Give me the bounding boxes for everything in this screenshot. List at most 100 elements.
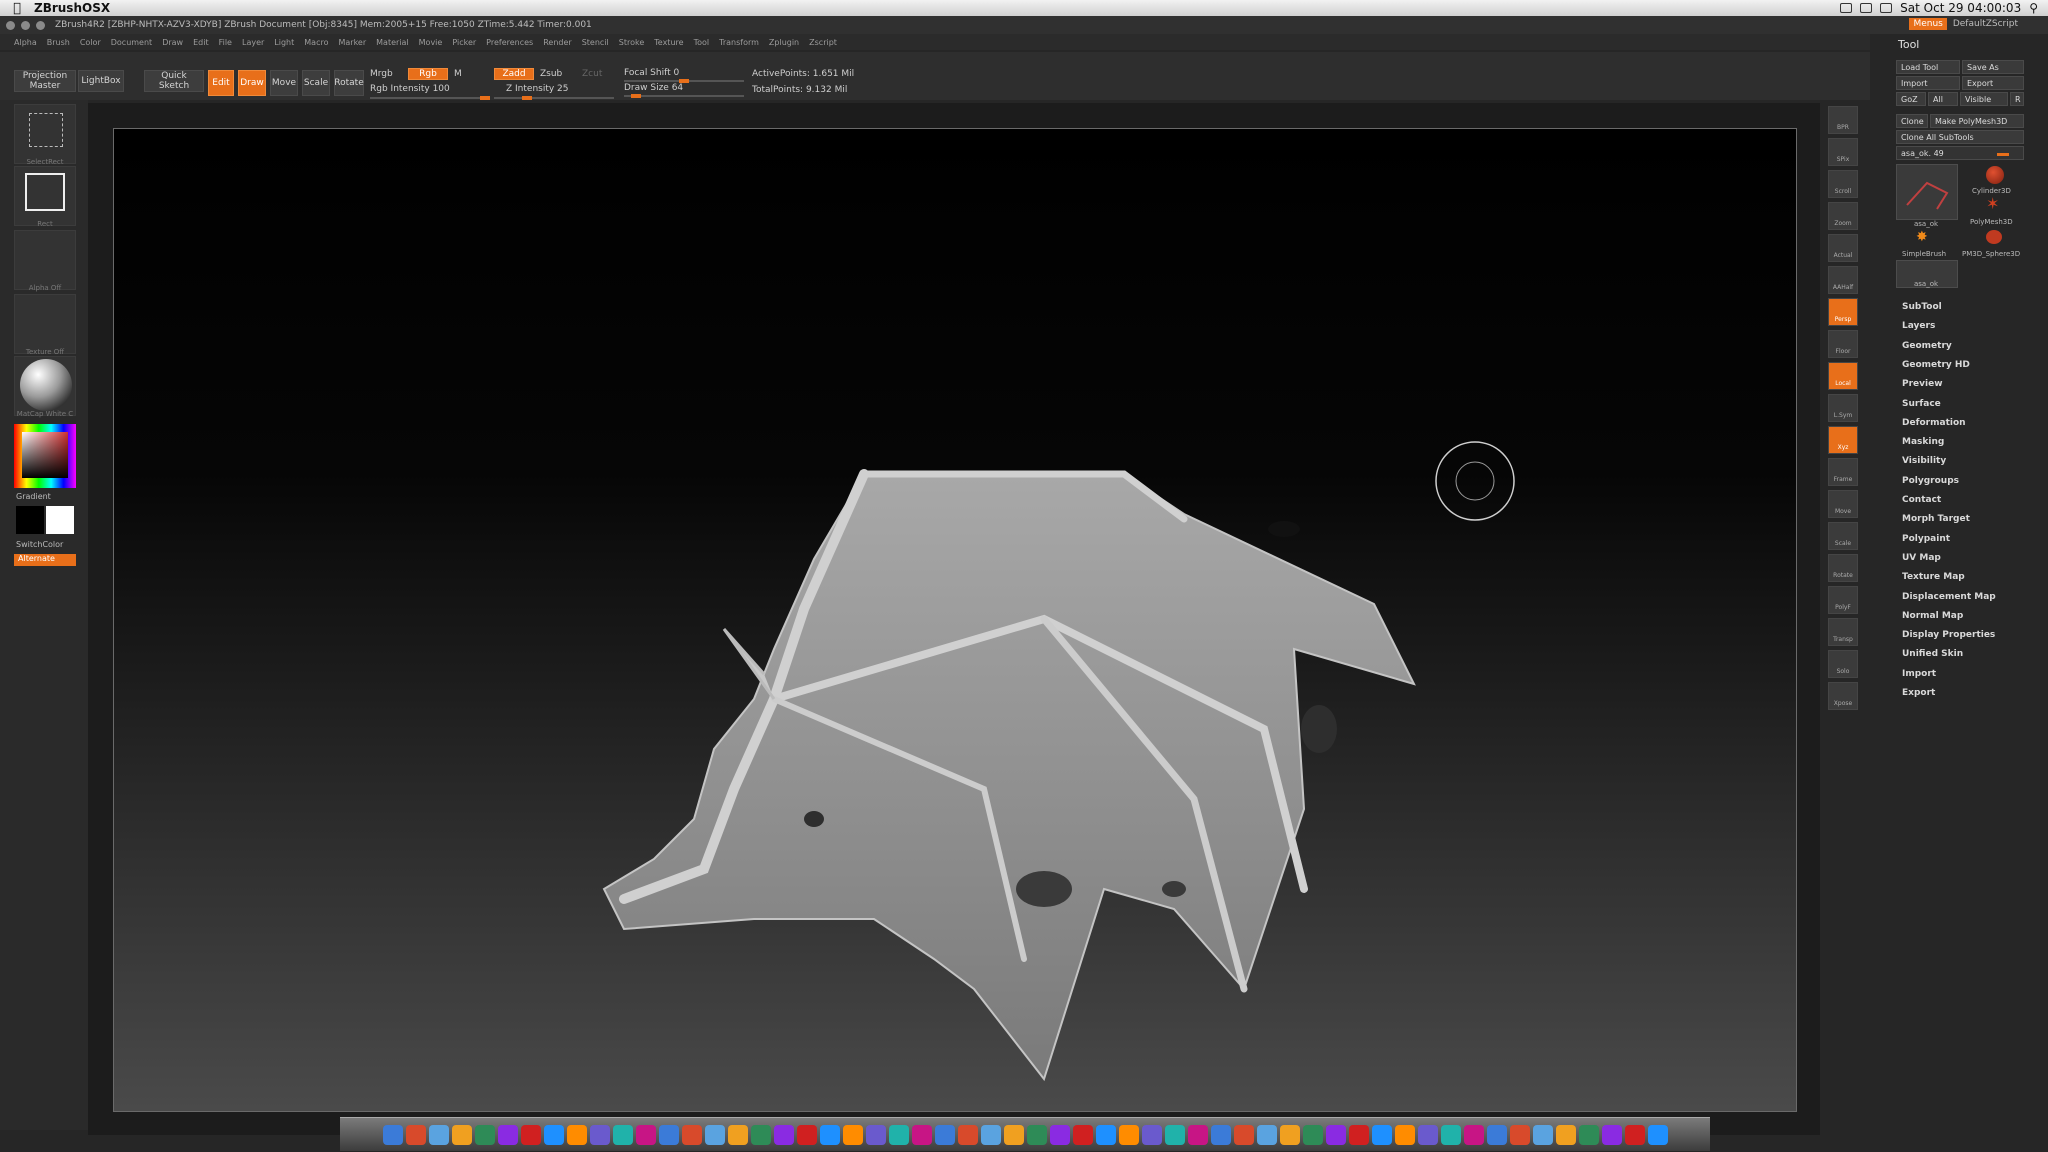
rgb-button[interactable]: Rgb <box>408 68 448 80</box>
save-as-button[interactable]: Save As <box>1962 60 2024 74</box>
section-surface[interactable]: Surface <box>1902 399 1941 409</box>
default-zscript-button[interactable]: DefaultZScript <box>1953 19 2018 29</box>
menubar-clock[interactable]: Sat Oct 29 04:00:03 <box>1900 1 2021 15</box>
dock-app-icon[interactable] <box>451 1124 472 1145</box>
view-rotate-button[interactable]: Rotate <box>1828 554 1858 582</box>
polymesh3d-icon[interactable]: ✶ <box>1986 196 1999 212</box>
apple-icon[interactable]:  <box>0 1 34 16</box>
menus-button[interactable]: Menus <box>1909 18 1947 30</box>
view-transp-button[interactable]: Transp <box>1828 618 1858 646</box>
section-display-properties[interactable]: Display Properties <box>1902 630 1995 640</box>
dock-app-icon[interactable] <box>1417 1124 1438 1145</box>
tool-thumb-asa-ok[interactable] <box>1896 164 1958 220</box>
dock-app-icon[interactable] <box>1302 1124 1323 1145</box>
dock-app-icon[interactable] <box>1371 1124 1392 1145</box>
menu-stencil[interactable]: Stencil <box>582 38 609 47</box>
menu-zplugin[interactable]: Zplugin <box>769 38 799 47</box>
menu-light[interactable]: Light <box>274 38 294 47</box>
mrgb-button[interactable]: Mrgb <box>370 69 393 79</box>
dock-app-icon[interactable] <box>497 1124 518 1145</box>
make-polymesh-button[interactable]: Make PolyMesh3D <box>1930 114 2024 128</box>
dock-app-icon[interactable] <box>1118 1124 1139 1145</box>
dock-app-icon[interactable] <box>1210 1124 1231 1145</box>
clone-all-subtools-button[interactable]: Clone All SubTools <box>1896 130 2024 144</box>
dock-app-icon[interactable] <box>1325 1124 1346 1145</box>
zsub-button[interactable]: Zsub <box>540 69 562 79</box>
view-polyf-button[interactable]: PolyF <box>1828 586 1858 614</box>
menu-marker[interactable]: Marker <box>338 38 366 47</box>
edit-button[interactable]: Edit <box>208 70 234 96</box>
menu-movie[interactable]: Movie <box>419 38 443 47</box>
menu-picker[interactable]: Picker <box>452 38 476 47</box>
view-floor-button[interactable]: Floor <box>1828 330 1858 358</box>
alpha-slot[interactable] <box>14 230 76 290</box>
view-move-button[interactable]: Move <box>1828 490 1858 518</box>
section-texture-map[interactable]: Texture Map <box>1902 572 1965 582</box>
dock-app-icon[interactable] <box>796 1124 817 1145</box>
view-scale-button[interactable]: Scale <box>1828 522 1858 550</box>
dock-app-icon[interactable] <box>382 1124 403 1145</box>
dock-app-icon[interactable] <box>750 1124 771 1145</box>
section-polygroups[interactable]: Polygroups <box>1902 476 1959 486</box>
section-geometry[interactable]: Geometry <box>1902 341 1952 351</box>
view-bpr-button[interactable]: BPR <box>1828 106 1858 134</box>
menu-preferences[interactable]: Preferences <box>486 38 533 47</box>
dock-app-icon[interactable] <box>704 1124 725 1145</box>
menu-transform[interactable]: Transform <box>719 38 759 47</box>
menu-stroke[interactable]: Stroke <box>619 38 645 47</box>
section-import[interactable]: Import <box>1902 669 1936 679</box>
dock-app-icon[interactable] <box>819 1124 840 1145</box>
r-button[interactable]: R <box>2010 92 2024 106</box>
dock-app-icon[interactable] <box>428 1124 449 1145</box>
load-tool-button[interactable]: Load Tool <box>1896 60 1960 74</box>
dock-app-icon[interactable] <box>1279 1124 1300 1145</box>
dock-app-icon[interactable] <box>1624 1124 1645 1145</box>
color-picker[interactable] <box>14 424 76 488</box>
quick-sketch-button[interactable]: Quick Sketch <box>144 70 204 92</box>
section-normal-map[interactable]: Normal Map <box>1902 611 1963 621</box>
dock-app-icon[interactable] <box>474 1124 495 1145</box>
menu-alpha[interactable]: Alpha <box>14 38 37 47</box>
focal-shift-slider[interactable] <box>624 79 744 83</box>
m-button[interactable]: M <box>454 69 462 79</box>
simplebrush-icon[interactable]: ✸ <box>1916 230 1928 244</box>
dock-app-icon[interactable] <box>520 1124 541 1145</box>
dock-app-icon[interactable] <box>980 1124 1001 1145</box>
wifi-icon[interactable] <box>1840 3 1853 13</box>
menu-layer[interactable]: Layer <box>242 38 264 47</box>
dock-app-icon[interactable] <box>865 1124 886 1145</box>
dock-app-icon[interactable] <box>842 1124 863 1145</box>
section-geometry-hd[interactable]: Geometry HD <box>1902 360 1970 370</box>
dock-app-icon[interactable] <box>1348 1124 1369 1145</box>
rotate-button[interactable]: Rotate <box>334 70 364 96</box>
section-morph-target[interactable]: Morph Target <box>1902 514 1970 524</box>
dock-app-icon[interactable] <box>1440 1124 1461 1145</box>
visible-button[interactable]: Visible <box>1960 92 2008 106</box>
texture-slot[interactable] <box>14 294 76 354</box>
view-xpose-button[interactable]: Xpose <box>1828 682 1858 710</box>
section-export[interactable]: Export <box>1902 688 1935 698</box>
zadd-button[interactable]: Zadd <box>494 68 534 80</box>
dock-app-icon[interactable] <box>1187 1124 1208 1145</box>
dock-app-icon[interactable] <box>635 1124 656 1145</box>
section-contact[interactable]: Contact <box>1902 495 1941 505</box>
menu-texture[interactable]: Texture <box>654 38 683 47</box>
dock-app-icon[interactable] <box>911 1124 932 1145</box>
slider-knob[interactable] <box>631 94 642 98</box>
battery-icon[interactable] <box>1880 3 1893 13</box>
sphere3d-icon[interactable] <box>1986 230 2002 244</box>
switch-color-button[interactable]: SwitchColor <box>16 540 63 549</box>
view-local-button[interactable]: Local <box>1828 362 1858 390</box>
dock-app-icon[interactable] <box>888 1124 909 1145</box>
dock-app-icon[interactable] <box>727 1124 748 1145</box>
view-solo-button[interactable]: Solo <box>1828 650 1858 678</box>
zbrush-canvas[interactable] <box>113 128 1797 1112</box>
view-persp-button[interactable]: Persp <box>1828 298 1858 326</box>
dock-app-icon[interactable] <box>405 1124 426 1145</box>
projection-master-button[interactable]: Projection Master <box>14 70 76 92</box>
section-masking[interactable]: Masking <box>1902 437 1944 447</box>
section-deformation[interactable]: Deformation <box>1902 418 1966 428</box>
draw-size-slider[interactable] <box>624 94 744 98</box>
menu-draw[interactable]: Draw <box>162 38 183 47</box>
slider-knob[interactable] <box>521 96 532 100</box>
